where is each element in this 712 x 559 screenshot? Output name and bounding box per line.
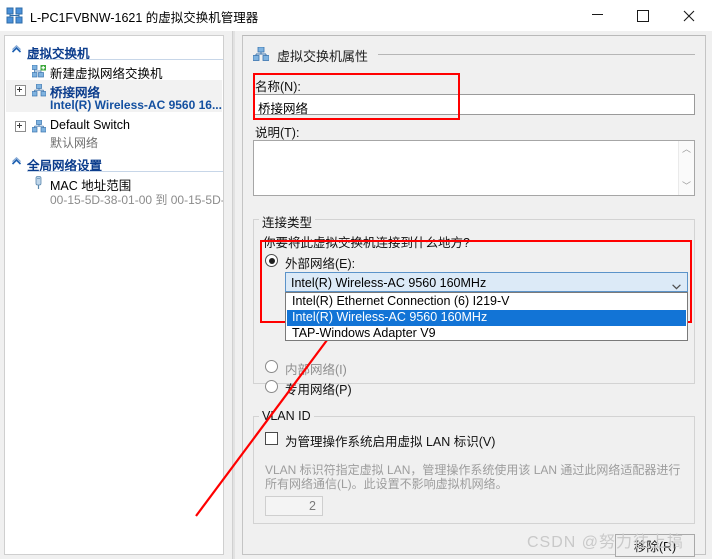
radio-external-network[interactable] — [265, 254, 278, 267]
vlan-help-line-1: VLAN 标识符指定虚拟 LAN，管理操作系统使用该 LAN 通过此网络适配器进… — [265, 463, 681, 477]
scroll-down-icon[interactable]: ﹀ — [681, 181, 692, 192]
description-textarea[interactable]: ︿ ﹀ — [253, 140, 695, 196]
tree-item-bridge-network[interactable]: 桥接网络 — [5, 82, 221, 100]
chevron-up-icon — [11, 44, 22, 56]
tree-section-header-global[interactable]: 全局网络设置 — [5, 154, 223, 173]
chevron-down-icon[interactable] — [672, 279, 681, 290]
tree-item-label: Default Switch — [50, 118, 130, 132]
minimize-button[interactable] — [574, 0, 620, 31]
tree-item-sublabel: Intel(R) Wireless-AC 9560 16... — [50, 98, 222, 112]
window-controls — [574, 0, 712, 31]
properties-panel: 虚拟交换机属性 名称(N): 桥接网络 说明(T): ︿ ﹀ 连接类型 你要将此… — [242, 35, 706, 557]
tree-item-new-switch[interactable]: 新建虚拟网络交换机 — [5, 63, 221, 81]
window-content: 虚拟交换机 新建虚拟网络交换机 桥接网络 Intel(R) Wireless-A… — [0, 31, 712, 559]
connection-question: 你要将此虚拟交换机连接到什么地方? — [263, 236, 470, 250]
tree-item-bridge-network-sub: Intel(R) Wireless-AC 9560 16... — [5, 98, 222, 114]
switch-icon — [6, 7, 24, 25]
new-switch-icon — [31, 64, 46, 81]
tree-item-sublabel: 00-15-5D-38-01-00 到 00-15-5D-3... — [50, 193, 224, 207]
scroll-up-icon[interactable]: ︿ — [681, 144, 692, 155]
radio-external-network-label: 外部网络(E): — [285, 257, 356, 271]
description-label: 说明(T): — [255, 126, 300, 140]
right-pane: 虚拟交换机属性 名称(N): 桥接网络 说明(T): ︿ ﹀ 连接类型 你要将此… — [238, 31, 712, 559]
radio-internal-network[interactable] — [265, 360, 278, 373]
title-rule — [378, 54, 695, 55]
vlan-group-label: VLAN ID — [259, 409, 314, 423]
vlan-help-line-2: 所有网络通信(L)。此设置不影响虚拟机网络。 — [265, 477, 508, 491]
dropdown-option-tap[interactable]: TAP-Windows Adapter V9 — [287, 326, 686, 342]
radio-private-network[interactable] — [265, 380, 278, 393]
chevron-up-icon — [11, 156, 22, 168]
pane-splitter[interactable] — [228, 31, 238, 559]
vlan-id-input[interactable]: 2 — [265, 496, 323, 516]
tree-item-sublabel: 默认网络 — [50, 136, 99, 150]
radio-private-network-label: 专用网络(P) — [285, 383, 352, 397]
tree-item-label: 新建虚拟网络交换机 — [50, 67, 163, 81]
tree-item-default-switch[interactable]: Default Switch — [5, 118, 221, 134]
name-input-value: 桥接网络 — [258, 102, 309, 116]
switch-icon — [252, 46, 270, 64]
dropdown-option-label: Intel(R) Ethernet Connection (6) I219-V — [292, 294, 510, 308]
expand-icon[interactable] — [15, 85, 26, 96]
watermark: CSDN @努力往上搞 — [527, 534, 685, 551]
dropdown-option-label: TAP-Windows Adapter V9 — [292, 326, 436, 340]
splitter-bar — [232, 31, 235, 559]
adapter-dropdown-list[interactable]: Intel(R) Ethernet Connection (6) I219-V … — [285, 292, 688, 341]
dropdown-option-ethernet[interactable]: Intel(R) Ethernet Connection (6) I219-V — [287, 294, 686, 310]
virtual-switch-manager-window: L-PC1FVBNW-1621 的虚拟交换机管理器 虚拟交换机 新建虚拟网络交换… — [0, 0, 712, 559]
connection-type-group-label: 连接类型 — [259, 212, 316, 231]
adapter-dropdown-value: Intel(R) Wireless-AC 9560 160MHz — [291, 276, 487, 290]
title-bar: L-PC1FVBNW-1621 的虚拟交换机管理器 — [0, 0, 712, 31]
name-input[interactable]: 桥接网络 — [253, 94, 695, 116]
vlan-enable-label: 为管理操作系统启用虚拟 LAN 标识(V) — [285, 435, 496, 449]
tree-item-mac-range-sub: 00-15-5D-38-01-00 到 00-15-5D-3... — [5, 191, 224, 207]
radio-internal-network-label: 内部网络(I) — [285, 363, 347, 377]
name-label: 名称(N): — [255, 80, 301, 94]
maximize-button[interactable] — [620, 0, 666, 31]
expand-icon[interactable] — [15, 121, 26, 132]
left-pane: 虚拟交换机 新建虚拟网络交换机 桥接网络 Intel(R) Wireless-A… — [0, 31, 228, 559]
close-button[interactable] — [666, 0, 712, 31]
vlan-id-value: 2 — [309, 499, 316, 513]
divider — [27, 171, 223, 172]
vlan-enable-checkbox[interactable] — [265, 432, 278, 445]
tree-item-default-switch-sub: 默认网络 — [5, 134, 221, 150]
navigation-tree[interactable]: 虚拟交换机 新建虚拟网络交换机 桥接网络 Intel(R) Wireless-A… — [4, 35, 224, 555]
tree-item-mac-range[interactable]: MAC 地址范围 — [5, 175, 221, 193]
dropdown-option-label: Intel(R) Wireless-AC 9560 160MHz — [292, 310, 488, 324]
dropdown-option-wireless[interactable]: Intel(R) Wireless-AC 9560 160MHz — [287, 310, 686, 326]
divider — [27, 59, 223, 60]
properties-title-label: 虚拟交换机属性 — [277, 49, 369, 64]
tree-section-header-switches[interactable]: 虚拟交换机 — [5, 42, 223, 61]
window-title: L-PC1FVBNW-1621 的虚拟交换机管理器 — [30, 11, 259, 25]
description-scrollbar[interactable]: ︿ ﹀ — [678, 141, 694, 195]
adapter-dropdown[interactable]: Intel(R) Wireless-AC 9560 160MHz — [285, 272, 688, 292]
